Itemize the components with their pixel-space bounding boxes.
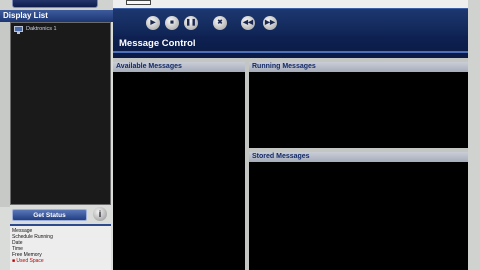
stop-button[interactable]: ■ — [165, 16, 179, 30]
delete-button[interactable]: ✖ — [213, 16, 227, 30]
running-messages-header: Running Messages — [249, 62, 468, 72]
stored-messages-header: Stored Messages — [249, 152, 468, 162]
display-list-header: Display List — [0, 10, 113, 22]
top-tab[interactable] — [126, 0, 151, 5]
message-control-bar: Message Control — [113, 36, 468, 58]
forward-button[interactable]: ▶▶ — [263, 16, 277, 30]
message-toolbar: ▶ ■ ❚❚ ✖ ◀◀ ▶▶ — [113, 8, 468, 36]
monitor-icon — [14, 26, 23, 34]
left-edge-strip — [0, 10, 10, 207]
top-bar — [113, 0, 480, 8]
left-panel: Display List Daktronics 1 Get Status i M… — [0, 0, 113, 270]
running-messages-list[interactable] — [249, 72, 468, 148]
stored-messages-list[interactable] — [249, 162, 468, 270]
display-list-item-label: Daktronics 1 — [26, 26, 57, 32]
pause-button[interactable]: ❚❚ — [184, 16, 198, 30]
logo-strip — [0, 0, 113, 10]
play-button[interactable]: ▶ — [146, 16, 160, 30]
display-list-item[interactable]: Daktronics 1 — [14, 26, 57, 34]
available-messages-header: Available Messages — [113, 62, 245, 72]
status-box: Message Schedule Running Date Time Free … — [10, 224, 111, 270]
available-messages-list[interactable] — [113, 72, 245, 270]
info-icon[interactable]: i — [93, 207, 107, 221]
used-space-text: Used Space — [16, 258, 44, 264]
page-title: Message Control — [119, 38, 196, 49]
right-edge-strip — [468, 0, 480, 270]
get-status-button[interactable]: Get Status — [12, 209, 87, 221]
title-underline — [113, 51, 468, 53]
back-button[interactable]: ◀◀ — [241, 16, 255, 30]
status-used-space-label: ■ Used Space — [12, 258, 44, 264]
display-list[interactable]: Daktronics 1 — [10, 22, 111, 205]
app-logo — [12, 0, 98, 8]
